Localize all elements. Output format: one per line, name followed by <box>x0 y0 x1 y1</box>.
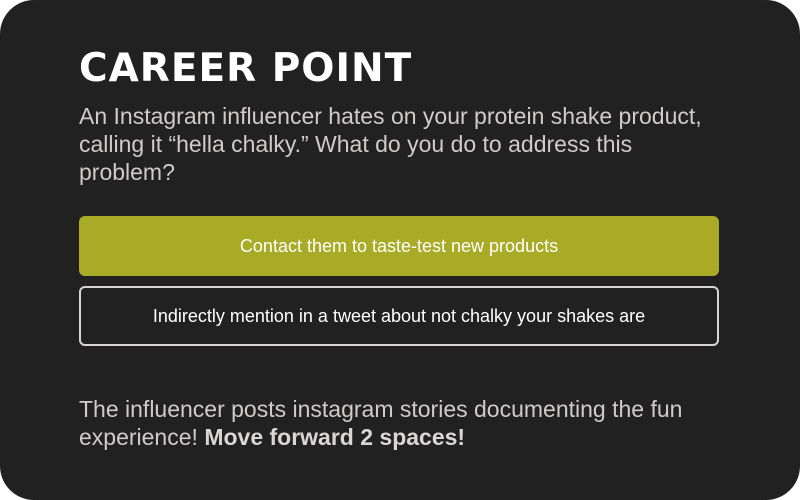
option-label: Indirectly mention in a tweet about not … <box>152 305 646 326</box>
question-text: An Instagram influencer hates on your pr… <box>79 103 702 185</box>
option-label: Contact them to taste-test new products <box>239 235 559 256</box>
option-contact-taste-test[interactable]: Contact them to taste-test new products <box>79 216 719 276</box>
card-title: CAREER POINT <box>79 46 413 91</box>
option-indirect-tweet[interactable]: Indirectly mention in a tweet about not … <box>79 286 719 346</box>
career-point-card: CAREER POINT An Instagram influencer hat… <box>0 0 800 500</box>
result-text: The influencer posts instagram stories d… <box>79 395 729 451</box>
result-emphasis: Move forward 2 spaces! <box>204 424 466 450</box>
